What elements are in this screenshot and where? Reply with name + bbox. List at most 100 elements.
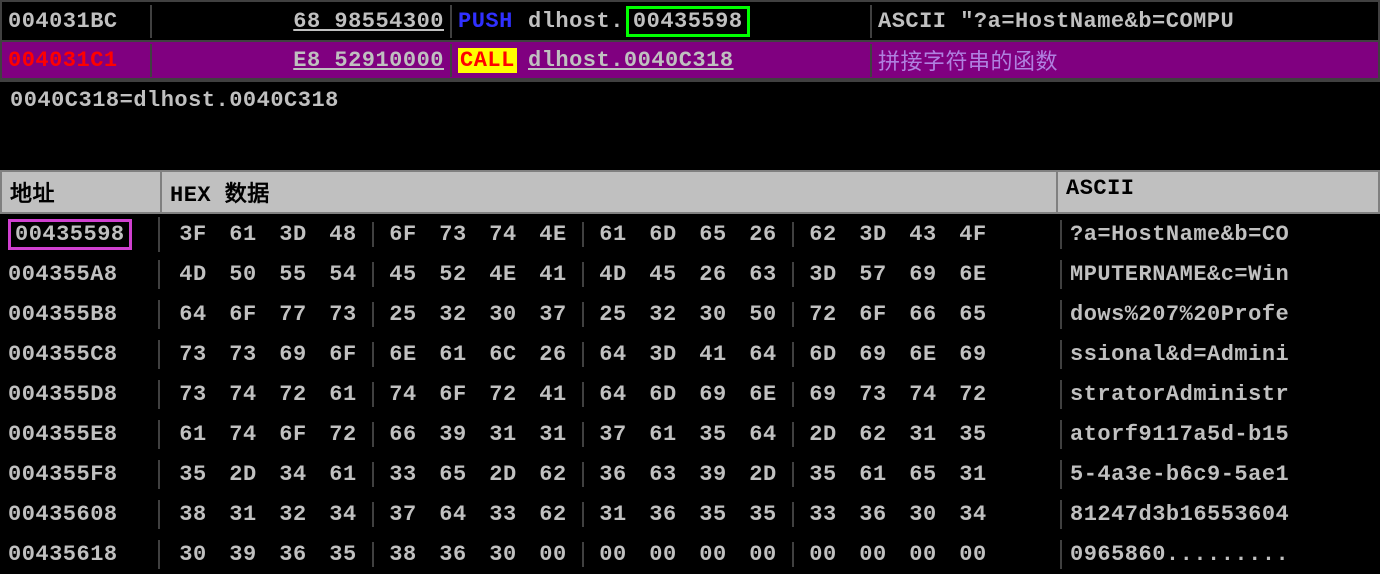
hex-byte: 00 — [898, 542, 948, 567]
hex-byte: 45 — [378, 262, 428, 287]
hex-byte: 41 — [528, 382, 578, 407]
hex-byte: 25 — [588, 302, 638, 327]
hex-row[interactable]: 004355E861746F7266393131376135642D623135… — [0, 414, 1380, 454]
hex-addr-cell: 004355D8 — [0, 380, 160, 409]
hex-byte: 35 — [168, 462, 218, 487]
hex-header-hex[interactable]: HEX 数据 — [162, 172, 1058, 212]
hex-ascii-cell: MPUTERNAME&c=Win — [1060, 260, 1380, 289]
hex-dump-pane[interactable]: 004355983F613D486F73744E616D6526623D434F… — [0, 214, 1380, 574]
hex-byte: 64 — [428, 502, 478, 527]
hex-byte: 6F — [378, 222, 428, 247]
hex-byte: 00 — [638, 542, 688, 567]
hex-row[interactable]: 0043561830393635383630000000000000000000… — [0, 534, 1380, 574]
hex-byte: 34 — [318, 502, 368, 527]
hex-byte: 3D — [268, 222, 318, 247]
hex-bytes-cell: 4D50555445524E414D4526633D57696E — [160, 260, 1060, 289]
hex-byte: 73 — [168, 382, 218, 407]
hex-byte: 6F — [268, 422, 318, 447]
hex-byte: 36 — [268, 542, 318, 567]
hex-byte: 33 — [798, 502, 848, 527]
hex-byte: 72 — [478, 382, 528, 407]
hex-addr-cell: 00435608 — [0, 500, 160, 529]
info-pane[interactable]: 0040C318=dlhost.0040C318 — [0, 80, 1380, 170]
hex-byte: 38 — [168, 502, 218, 527]
hex-byte: 73 — [848, 382, 898, 407]
hex-byte: 41 — [528, 262, 578, 287]
hex-byte: 62 — [848, 422, 898, 447]
hex-byte: 34 — [948, 502, 998, 527]
hex-byte: 61 — [318, 462, 368, 487]
hex-byte: 72 — [268, 382, 318, 407]
hex-byte: 31 — [898, 422, 948, 447]
hex-byte: 25 — [378, 302, 428, 327]
hex-byte: 72 — [318, 422, 368, 447]
hex-row[interactable]: 004355C87373696F6E616C26643D41646D696E69… — [0, 334, 1380, 374]
hex-byte: 61 — [318, 382, 368, 407]
hex-byte: 41 — [688, 342, 738, 367]
hex-byte: 00 — [798, 542, 848, 567]
hex-header-addr[interactable]: 地址 — [2, 172, 162, 212]
hex-byte: 4D — [588, 262, 638, 287]
hex-bytes-cell: 646F77732532303725323050726F6665 — [160, 300, 1060, 329]
hex-row[interactable]: 004355D873747261746F7241646D696E69737472… — [0, 374, 1380, 414]
hex-byte: 57 — [848, 262, 898, 287]
hex-byte: 64 — [168, 302, 218, 327]
hex-byte: 32 — [638, 302, 688, 327]
hex-byte: 6E — [378, 342, 428, 367]
hex-byte: 31 — [478, 422, 528, 447]
instruction-cell: PUSH dlhost.00435598 — [452, 5, 872, 38]
hex-row[interactable]: 0043560838313234376433623136353533363034… — [0, 494, 1380, 534]
disasm-row[interactable]: 004031C1 E8 52910000 CALL dlhost.0040C31… — [0, 40, 1380, 80]
hex-byte: 63 — [738, 262, 788, 287]
hex-byte: 63 — [638, 462, 688, 487]
hex-byte: 74 — [478, 222, 528, 247]
comment-cell: 拼接字符串的函数 — [872, 40, 1378, 80]
hex-byte: 45 — [638, 262, 688, 287]
hex-byte: 2D — [478, 462, 528, 487]
hex-byte: 62 — [528, 502, 578, 527]
hex-byte: 2D — [738, 462, 788, 487]
hex-byte: 50 — [218, 262, 268, 287]
hex-byte: 4F — [948, 222, 998, 247]
hex-byte: 35 — [688, 502, 738, 527]
hex-byte: 61 — [428, 342, 478, 367]
hex-header-ascii[interactable]: ASCII — [1058, 172, 1378, 212]
hex-row[interactable]: 004355F8352D346133652D623663392D35616531… — [0, 454, 1380, 494]
hex-byte: 6D — [638, 222, 688, 247]
hex-ascii-cell: dows%207%20Profe — [1060, 300, 1380, 329]
hex-byte: 32 — [428, 302, 478, 327]
hex-byte: 6E — [948, 262, 998, 287]
disasm-row[interactable]: 004031BC 68 98554300 PUSH dlhost.0043559… — [0, 0, 1380, 40]
hex-byte: 73 — [318, 302, 368, 327]
hex-row[interactable]: 004355B8646F77732532303725323050726F6665… — [0, 294, 1380, 334]
hex-byte: 4E — [478, 262, 528, 287]
hex-byte: 00 — [528, 542, 578, 567]
hex-row[interactable]: 004355A84D50555445524E414D4526633D57696E… — [0, 254, 1380, 294]
hex-bytes-cell: 7373696F6E616C26643D41646D696E69 — [160, 340, 1060, 369]
hex-byte: 38 — [378, 542, 428, 567]
hex-byte: 30 — [898, 502, 948, 527]
hex-byte: 6E — [898, 342, 948, 367]
disassembly-pane[interactable]: 004031BC 68 98554300 PUSH dlhost.0043559… — [0, 0, 1380, 80]
hex-byte: 33 — [478, 502, 528, 527]
hex-byte: 54 — [318, 262, 368, 287]
hex-byte: 35 — [688, 422, 738, 447]
hex-byte: 31 — [528, 422, 578, 447]
hex-byte: 3D — [848, 222, 898, 247]
hex-byte: 36 — [588, 462, 638, 487]
address-cell: 004031BC — [2, 5, 152, 38]
hex-byte: 3D — [798, 262, 848, 287]
mnemonic-call: CALL — [458, 48, 517, 73]
hex-ascii-cell: 81247d3b16553604 — [1060, 500, 1380, 529]
hex-byte: 4E — [528, 222, 578, 247]
hex-byte: 74 — [898, 382, 948, 407]
hex-byte: 30 — [688, 302, 738, 327]
hex-byte: 37 — [588, 422, 638, 447]
hex-byte: 65 — [898, 462, 948, 487]
hex-byte: 69 — [798, 382, 848, 407]
hex-row[interactable]: 004355983F613D486F73744E616D6526623D434F… — [0, 214, 1380, 254]
hex-byte: 00 — [738, 542, 788, 567]
hex-byte: 74 — [378, 382, 428, 407]
hex-byte: 6D — [638, 382, 688, 407]
hex-byte: 72 — [948, 382, 998, 407]
